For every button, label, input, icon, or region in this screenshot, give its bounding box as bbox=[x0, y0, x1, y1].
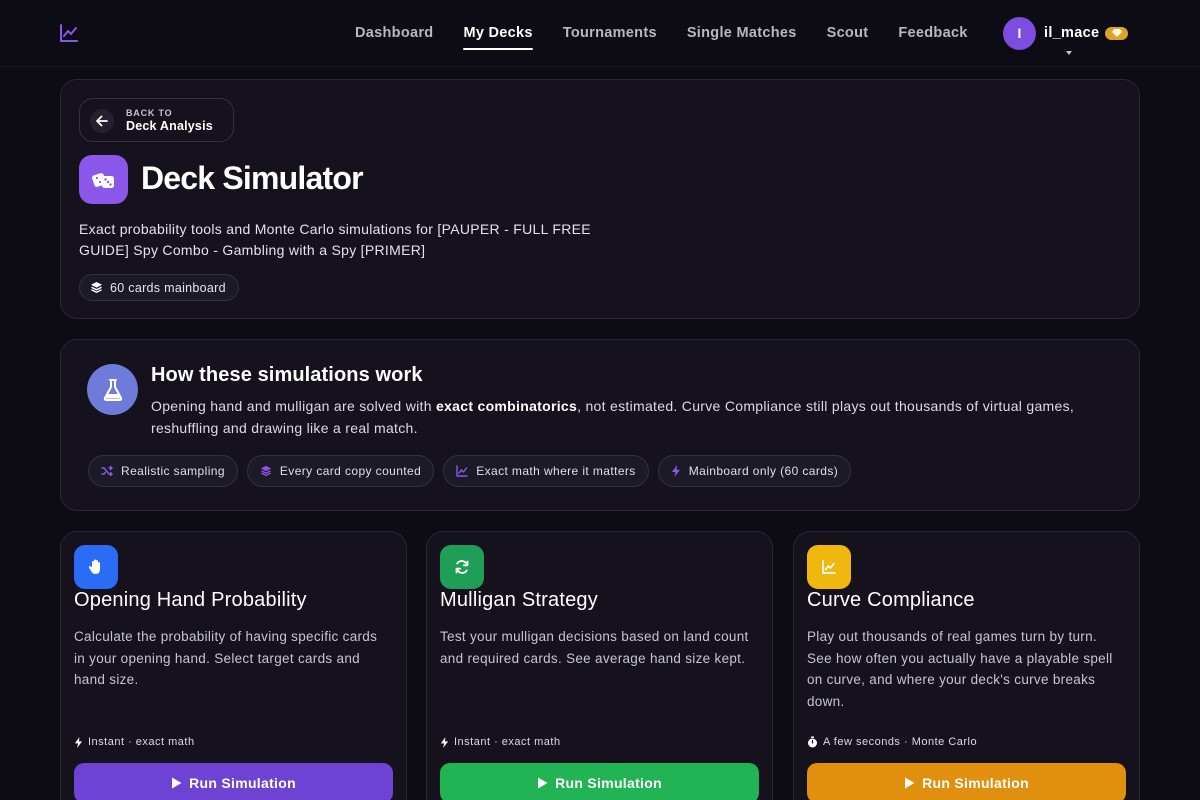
how-description: Opening hand and mulligan are solved wit… bbox=[151, 395, 1111, 439]
chip-every-card-copy: Every card copy counted bbox=[246, 455, 435, 487]
run-simulation-button[interactable]: Run Simulation bbox=[807, 763, 1126, 800]
stopwatch-icon bbox=[808, 736, 817, 748]
nav-tournaments[interactable]: Tournaments bbox=[563, 0, 657, 67]
run-button-label: Run Simulation bbox=[922, 775, 1029, 791]
sim-meta: Instant · exact math bbox=[74, 736, 195, 748]
sim-icon-tile bbox=[74, 545, 118, 589]
dice-icon-tile bbox=[79, 155, 128, 204]
card-count-label: 60 cards mainboard bbox=[110, 280, 226, 295]
premium-badge bbox=[1105, 26, 1129, 40]
shuffle-icon bbox=[101, 465, 113, 477]
sim-icon-tile bbox=[807, 545, 851, 589]
back-to-deck-analysis-button[interactable]: BACK TO Deck Analysis bbox=[79, 98, 234, 142]
username: il_mace bbox=[1044, 25, 1100, 41]
run-simulation-button[interactable]: Run Simulation bbox=[74, 763, 393, 800]
sim-meta: A few seconds · Monte Carlo bbox=[807, 736, 977, 748]
page-title: Deck Simulator bbox=[141, 160, 364, 196]
play-icon bbox=[905, 777, 915, 789]
chevron-down-icon[interactable] bbox=[1065, 50, 1073, 56]
trend-chart-icon[interactable] bbox=[59, 23, 79, 43]
sim-description: Test your mulligan decisions based on la… bbox=[440, 629, 749, 666]
sim-title: Curve Compliance bbox=[807, 589, 975, 611]
sim-title: Mulligan Strategy bbox=[440, 589, 598, 611]
play-icon bbox=[538, 777, 548, 789]
trend-chart-icon bbox=[456, 465, 468, 477]
layers-icon bbox=[260, 465, 271, 477]
back-to-label: BACK TO bbox=[126, 108, 173, 118]
how-simulations-work-panel: How these simulations work Opening hand … bbox=[60, 339, 1140, 511]
arrow-left-icon bbox=[96, 115, 108, 127]
simulation-card-opening-hand: Opening Hand Probability Calculate the p… bbox=[60, 531, 407, 800]
bolt-icon bbox=[440, 736, 449, 748]
sim-title: Opening Hand Probability bbox=[74, 589, 307, 611]
deck-simulator-header: BACK TO Deck Analysis Deck Simulator Exa… bbox=[60, 79, 1140, 319]
flask-icon bbox=[103, 378, 122, 401]
hand-icon bbox=[88, 559, 100, 574]
run-button-label: Run Simulation bbox=[189, 775, 296, 791]
flask-icon-tile bbox=[87, 364, 138, 415]
chip-label: Exact math where it matters bbox=[476, 464, 636, 478]
top-nav: Dashboard My Decks Tournaments Single Ma… bbox=[0, 0, 1200, 67]
feature-chips: Realistic sampling Every card copy count… bbox=[88, 455, 860, 487]
nav-links: Dashboard My Decks Tournaments Single Ma… bbox=[355, 0, 998, 67]
nav-scout[interactable]: Scout bbox=[827, 0, 869, 67]
nav-single-matches[interactable]: Single Matches bbox=[687, 0, 797, 67]
card-count-badge: 60 cards mainboard bbox=[79, 274, 239, 301]
how-text-bold: exact combinatorics bbox=[436, 398, 578, 414]
deck-description: Exact probability tools and Monte Carlo … bbox=[79, 221, 591, 258]
layers-icon bbox=[91, 282, 102, 293]
avatar: I bbox=[1003, 16, 1036, 50]
how-title: How these simulations work bbox=[151, 364, 423, 386]
user-menu[interactable]: I il_mace bbox=[1003, 16, 1129, 50]
back-destination-label: Deck Analysis bbox=[126, 119, 213, 133]
how-text-pre: Opening hand and mulligan are solved wit… bbox=[151, 398, 436, 414]
sim-meta-label: Instant · exact math bbox=[88, 736, 195, 748]
bolt-icon bbox=[671, 465, 680, 477]
back-arrow-circle bbox=[90, 109, 114, 133]
bolt-icon bbox=[74, 736, 83, 748]
nav-feedback[interactable]: Feedback bbox=[898, 0, 967, 67]
chip-mainboard-only: Mainboard only (60 cards) bbox=[657, 455, 852, 487]
nav-dashboard[interactable]: Dashboard bbox=[355, 0, 433, 67]
sim-meta-label: Instant · exact math bbox=[454, 736, 561, 748]
chip-label: Realistic sampling bbox=[121, 464, 225, 478]
chip-label: Every card copy counted bbox=[279, 464, 422, 478]
chip-exact-math: Exact math where it matters bbox=[443, 455, 649, 487]
diamond-icon bbox=[1111, 29, 1122, 37]
refresh-icon bbox=[455, 560, 469, 574]
sim-meta: Instant · exact math bbox=[440, 736, 561, 748]
sim-icon-tile bbox=[440, 545, 484, 589]
curve-chart-icon bbox=[822, 560, 836, 574]
chip-realistic-sampling: Realistic sampling bbox=[88, 455, 238, 487]
simulation-card-mulligan: Mulligan Strategy Test your mulligan dec… bbox=[426, 531, 773, 800]
run-button-label: Run Simulation bbox=[555, 775, 662, 791]
simulation-card-curve-compliance: Curve Compliance Play out thousands of r… bbox=[793, 531, 1140, 800]
chip-label: Mainboard only (60 cards) bbox=[688, 464, 839, 478]
sim-description: Play out thousands of real games turn by… bbox=[807, 629, 1113, 709]
play-icon bbox=[172, 777, 182, 789]
sim-meta-label: A few seconds · Monte Carlo bbox=[823, 736, 978, 748]
run-simulation-button[interactable]: Run Simulation bbox=[440, 763, 759, 800]
sim-description: Calculate the probability of having spec… bbox=[74, 629, 378, 687]
dice-icon bbox=[91, 172, 114, 188]
nav-my-decks[interactable]: My Decks bbox=[463, 0, 534, 67]
